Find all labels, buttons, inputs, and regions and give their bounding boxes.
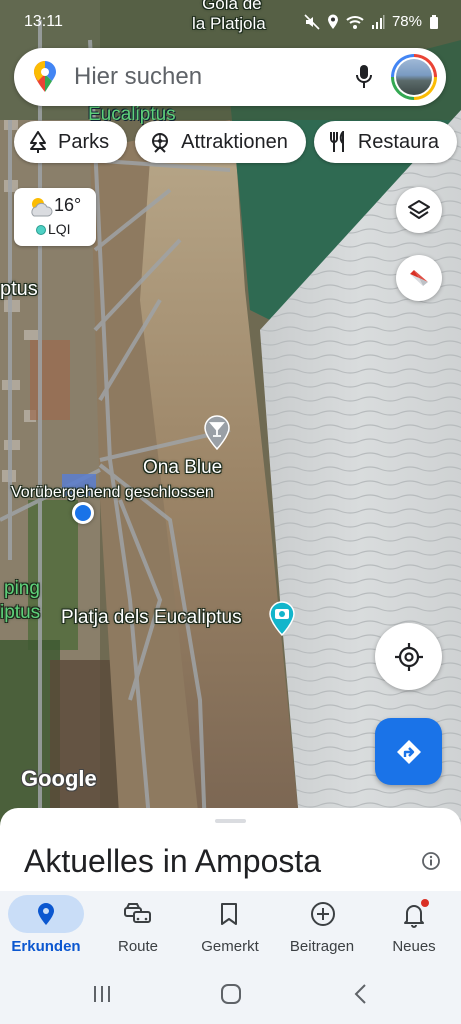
recent-apps-icon[interactable] bbox=[91, 983, 113, 1005]
weather-temperature: 16° bbox=[54, 195, 82, 215]
nav-neues[interactable]: Neues bbox=[368, 891, 460, 969]
bookmark-icon bbox=[221, 903, 237, 925]
chip-attraktionen[interactable]: Attraktionen bbox=[135, 121, 306, 163]
status-bar: 13:11 78% bbox=[0, 0, 461, 46]
current-location-dot bbox=[72, 502, 94, 524]
status-icons: 78% bbox=[304, 13, 439, 30]
account-avatar[interactable] bbox=[391, 54, 437, 100]
location-icon bbox=[327, 14, 338, 29]
my-location-button[interactable] bbox=[375, 623, 442, 690]
google-logo: Google bbox=[21, 766, 97, 791]
nav-route[interactable]: Route bbox=[92, 891, 184, 969]
category-chips: Parks Attraktionen Restaura bbox=[14, 121, 458, 163]
map-label-closed: Vorübergehend geschlossen bbox=[11, 484, 214, 501]
explore-pin-icon bbox=[38, 903, 54, 925]
add-circle-icon bbox=[311, 902, 335, 926]
layers-button[interactable] bbox=[396, 187, 442, 233]
directions-button[interactable] bbox=[375, 718, 442, 785]
map-label-platja[interactable]: Platja dels Eucaliptus bbox=[61, 607, 242, 629]
system-navigation-bar bbox=[0, 969, 461, 1024]
chip-restaurants[interactable]: Restaura bbox=[313, 121, 458, 163]
back-icon[interactable] bbox=[350, 983, 372, 1005]
bottom-navigation: Erkunden Route Gemerkt Beitragen Neues bbox=[0, 891, 461, 969]
wifi-icon bbox=[346, 15, 364, 29]
layers-icon bbox=[408, 200, 430, 219]
google-maps-pin-icon bbox=[34, 61, 56, 92]
map-label-ona-blue[interactable]: Ona Blue bbox=[143, 457, 222, 479]
weather-widget[interactable]: 16° LQI bbox=[14, 188, 96, 246]
battery-percent: 78% bbox=[391, 13, 422, 30]
search-input[interactable] bbox=[74, 62, 344, 92]
chip-parks[interactable]: Parks bbox=[14, 121, 128, 163]
map-label-camping-line1: ping bbox=[4, 578, 40, 599]
signal-icon bbox=[371, 14, 385, 29]
status-time: 13:11 bbox=[24, 13, 63, 30]
nav-route-label: Route bbox=[117, 938, 159, 955]
attraction-icon bbox=[152, 133, 169, 153]
air-quality-dot bbox=[36, 225, 46, 235]
restaurant-icon bbox=[329, 131, 344, 152]
sheet-title: Aktuelles in Amposta bbox=[24, 843, 322, 879]
map-label-camping-line2: iptus bbox=[0, 602, 41, 623]
crosshair-icon bbox=[394, 642, 423, 671]
photo-spot-pin-icon[interactable] bbox=[268, 600, 296, 636]
chip-attraktionen-label: Attraktionen bbox=[181, 130, 288, 153]
map-label-camping[interactable]: ping iptus bbox=[0, 577, 40, 625]
tree-icon bbox=[30, 131, 46, 153]
microphone-icon[interactable] bbox=[355, 64, 373, 90]
nav-neues-label: Neues bbox=[392, 938, 436, 955]
notification-badge bbox=[421, 899, 429, 907]
battery-icon bbox=[430, 14, 438, 29]
air-quality-label: LQI bbox=[48, 221, 71, 237]
nav-erkunden[interactable]: Erkunden bbox=[0, 891, 92, 969]
bottom-sheet[interactable]: Aktuelles in Amposta bbox=[0, 808, 461, 892]
home-icon[interactable] bbox=[220, 983, 242, 1005]
nav-gemerkt[interactable]: Gemerkt bbox=[184, 891, 276, 969]
info-icon[interactable] bbox=[421, 851, 441, 871]
partly-cloudy-icon bbox=[31, 198, 53, 217]
chip-restaurants-label: Restaura bbox=[357, 130, 440, 153]
search-bar[interactable] bbox=[14, 48, 446, 106]
mute-icon bbox=[304, 13, 320, 30]
compass-button[interactable] bbox=[396, 255, 442, 301]
nav-beitragen-label: Beitragen bbox=[289, 938, 355, 955]
cocktail-bar-pin-icon[interactable] bbox=[203, 414, 231, 450]
directions-icon bbox=[396, 739, 421, 764]
sheet-drag-handle[interactable] bbox=[215, 819, 246, 823]
compass-icon bbox=[410, 270, 428, 286]
profile-photo bbox=[396, 59, 432, 95]
nav-erkunden-label: Erkunden bbox=[11, 938, 81, 955]
map-label-ptus[interactable]: ptus bbox=[0, 278, 38, 301]
chip-parks-label: Parks bbox=[58, 130, 110, 153]
car-icon bbox=[124, 903, 151, 923]
nav-beitragen[interactable]: Beitragen bbox=[276, 891, 368, 969]
nav-gemerkt-label: Gemerkt bbox=[201, 938, 259, 955]
